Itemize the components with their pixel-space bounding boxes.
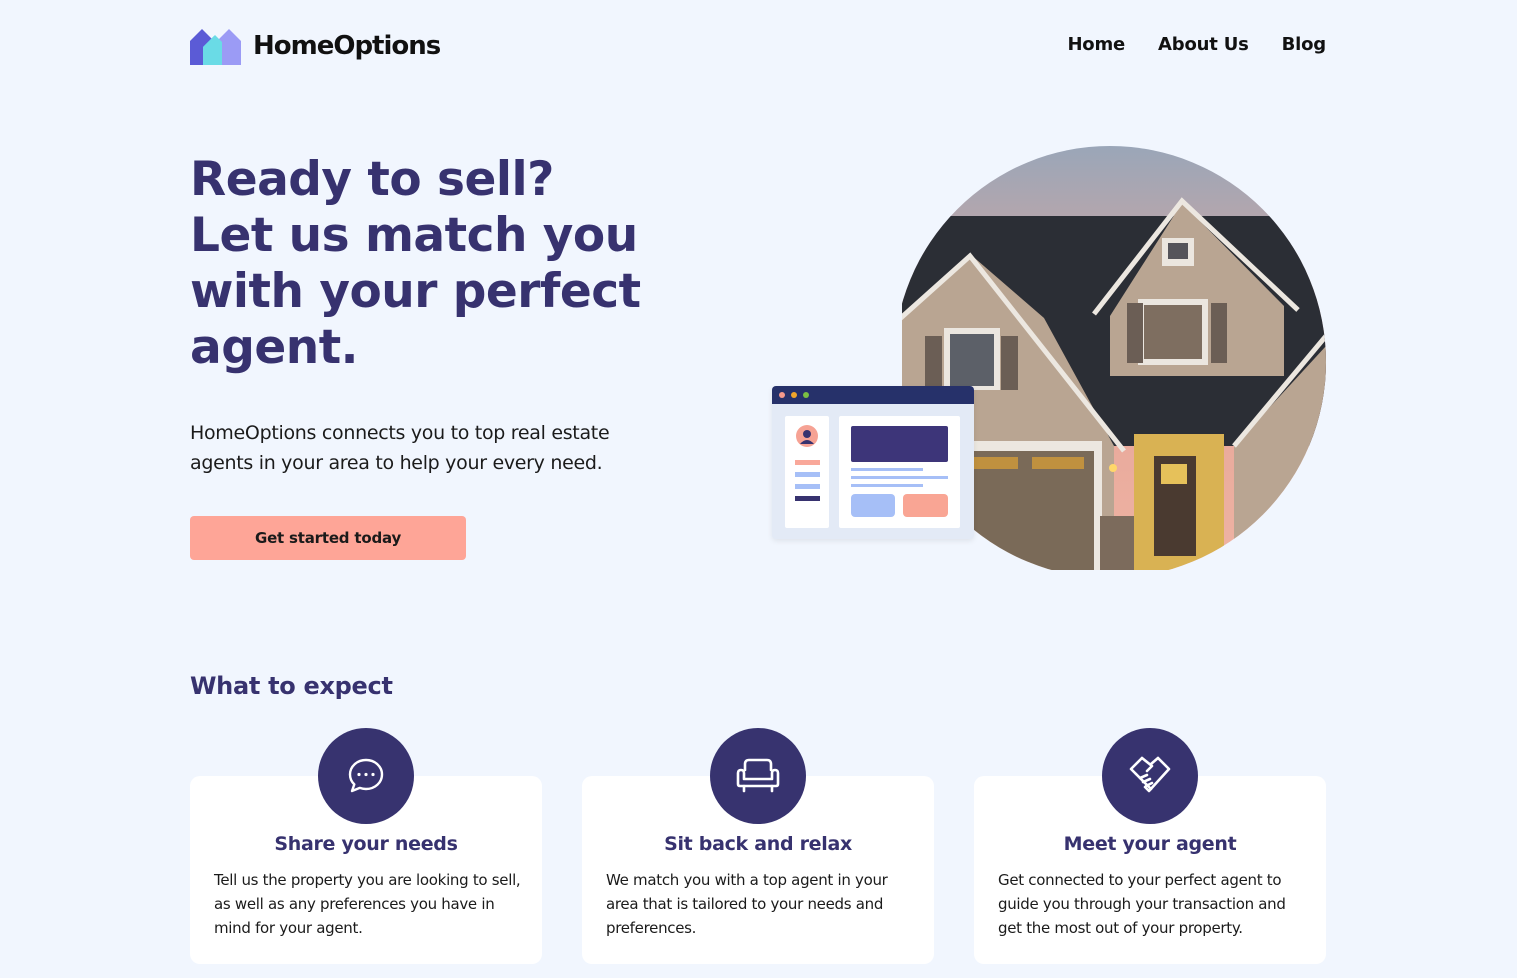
nav-about-us[interactable]: About Us <box>1158 34 1249 55</box>
main-nav: Home About Us Blog <box>1067 34 1326 55</box>
hero-title-line: Ready to sell? <box>190 152 554 207</box>
card-title: Sit back and relax <box>664 833 852 855</box>
handshake-icon <box>1102 728 1198 824</box>
user-avatar-icon <box>796 425 818 447</box>
nav-blog[interactable]: Blog <box>1282 34 1327 55</box>
get-started-button[interactable]: Get started today <box>190 516 466 560</box>
mockup-banner <box>851 426 948 462</box>
dot-icon <box>779 392 785 398</box>
house-logo-icon <box>190 29 241 65</box>
hero-title: Ready to sell? Let us match you with you… <box>190 152 710 376</box>
mockup-line <box>795 484 820 489</box>
mockup-line <box>851 476 948 479</box>
logo[interactable]: HomeOptions <box>190 26 441 66</box>
hero-title-line: agent. <box>190 320 359 375</box>
nav-home[interactable]: Home <box>1067 34 1125 55</box>
dot-icon <box>803 392 809 398</box>
armchair-icon <box>710 728 806 824</box>
mockup-line <box>851 484 923 487</box>
mockup-line <box>851 468 923 471</box>
mockup-content <box>839 416 960 528</box>
card-text: Tell us the property you are looking to … <box>214 871 521 937</box>
card-text: Get connected to your perfect agent to g… <box>998 871 1286 937</box>
mockup-sidebar <box>785 416 829 528</box>
logo-text: HomeOptions <box>253 31 441 61</box>
mockup-line <box>795 496 820 501</box>
hero-title-line: Let us match you <box>190 208 638 263</box>
mockup-line <box>795 472 820 477</box>
mockup-line <box>795 460 820 465</box>
mockup-titlebar <box>772 386 974 404</box>
chat-bubble-icon <box>318 728 414 824</box>
card-title: Meet your agent <box>1063 833 1237 855</box>
mockup-block <box>851 494 895 517</box>
card-text: We match you with a top agent in your ar… <box>606 871 888 937</box>
section-title: What to expect <box>190 672 393 700</box>
hero-title-line: with your perfect <box>190 264 641 319</box>
hero-subtitle: HomeOptions connects you to top real est… <box>190 422 610 474</box>
card-title: Share your needs <box>274 833 458 855</box>
dot-icon <box>791 392 797 398</box>
site-header: HomeOptions Home About Us Blog <box>190 26 1326 66</box>
browser-mockup-illustration <box>772 386 974 539</box>
mockup-block <box>903 494 948 517</box>
